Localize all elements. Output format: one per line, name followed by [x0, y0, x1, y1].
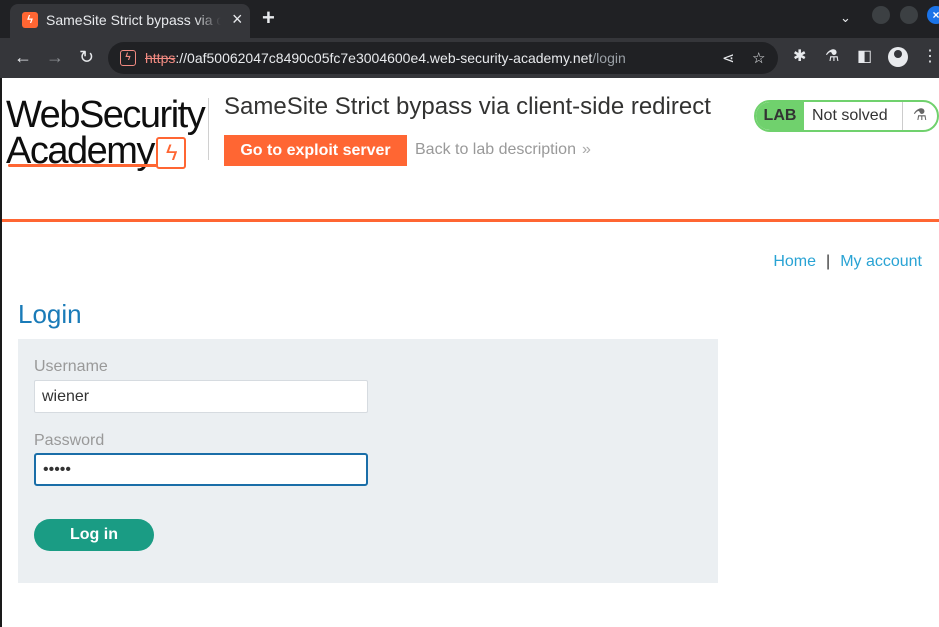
browser-toolbar: ← → ↻ ϟ https://0af50062047c8490c05fc7e3… — [0, 38, 939, 78]
arrow-right-icon[interactable]: → — [46, 47, 64, 67]
address-bar[interactable]: ϟ https://0af50062047c8490c05fc7e3004600… — [108, 42, 778, 74]
minimize-icon[interactable] — [872, 6, 890, 24]
not-secure-icon[interactable]: ϟ — [120, 50, 136, 66]
new-tab-icon[interactable]: + — [262, 6, 275, 30]
kebab-menu-icon[interactable]: ⋮ — [922, 47, 938, 67]
lab-status-widget: LAB Not solved ⚗ — [754, 100, 939, 132]
login-form: Username wiener Password ••••• Log in — [18, 339, 718, 583]
lightning-bolt-icon: ϟ — [155, 136, 186, 169]
flask-icon[interactable]: ⚗ — [825, 47, 839, 67]
academy-logo[interactable]: WebSecurity Academy ϟ — [6, 94, 206, 170]
maximize-icon[interactable] — [900, 6, 918, 24]
browser-tab-bar: ϟ SameSite Strict bypass via client-side… — [0, 0, 939, 38]
close-window-icon[interactable]: × — [927, 6, 939, 24]
top-navigation: Home | My account — [773, 253, 922, 271]
logo-line1: WebSecurity — [6, 94, 206, 136]
back-link-label: Back to lab description — [415, 141, 576, 158]
header-rule — [2, 219, 939, 222]
close-tab-icon[interactable]: × — [232, 10, 243, 28]
header-divider — [208, 98, 209, 160]
lab-title: SameSite Strict bypass via client-side r… — [224, 93, 711, 120]
profile-icon[interactable] — [888, 47, 908, 67]
chevron-down-icon[interactable]: ⌄ — [840, 10, 851, 26]
url-host: ://0af50062047c8490c05fc7e3004600e4.web-… — [175, 50, 593, 66]
flask-icon: ⚗ — [902, 102, 937, 130]
double-chevron-right-icon: » — [581, 141, 591, 158]
browser-tab[interactable]: ϟ SameSite Strict bypass via client-side… — [10, 4, 250, 38]
sidepanel-icon[interactable]: ◧ — [857, 47, 872, 67]
page-title: Login — [18, 299, 82, 329]
share-icon[interactable]: ⋖ — [722, 49, 735, 67]
url-text[interactable]: https://0af50062047c8490c05fc7e3004600e4… — [145, 50, 626, 66]
lab-badge: LAB — [756, 102, 804, 130]
back-to-description-link[interactable]: Back to lab description » — [415, 141, 591, 159]
exploit-server-button[interactable]: Go to exploit server — [224, 135, 407, 166]
logo-underline — [8, 164, 158, 167]
password-field[interactable]: ••••• — [34, 453, 368, 486]
lightning-bolt-icon: ϟ — [22, 12, 38, 28]
url-path: /login — [592, 50, 626, 66]
home-link[interactable]: Home — [773, 253, 816, 270]
url-scheme: https — [145, 50, 176, 66]
password-label: Password — [34, 432, 105, 449]
username-field[interactable]: wiener — [34, 380, 368, 413]
page: WebSecurity Academy ϟ SameSite Strict byp… — [0, 78, 939, 627]
arrow-left-icon[interactable]: ← — [14, 47, 32, 67]
reload-icon[interactable]: ↻ — [79, 47, 94, 67]
lab-status-text: Not solved — [812, 107, 888, 124]
my-account-link[interactable]: My account — [840, 253, 922, 270]
username-label: Username — [34, 358, 108, 375]
login-button[interactable]: Log in — [34, 519, 154, 551]
tab-title: SameSite Strict bypass via client-side r… — [46, 12, 221, 28]
star-icon[interactable]: ☆ — [752, 49, 765, 67]
nav-separator: | — [826, 253, 831, 270]
puzzle-icon[interactable]: ✱ — [793, 47, 806, 67]
